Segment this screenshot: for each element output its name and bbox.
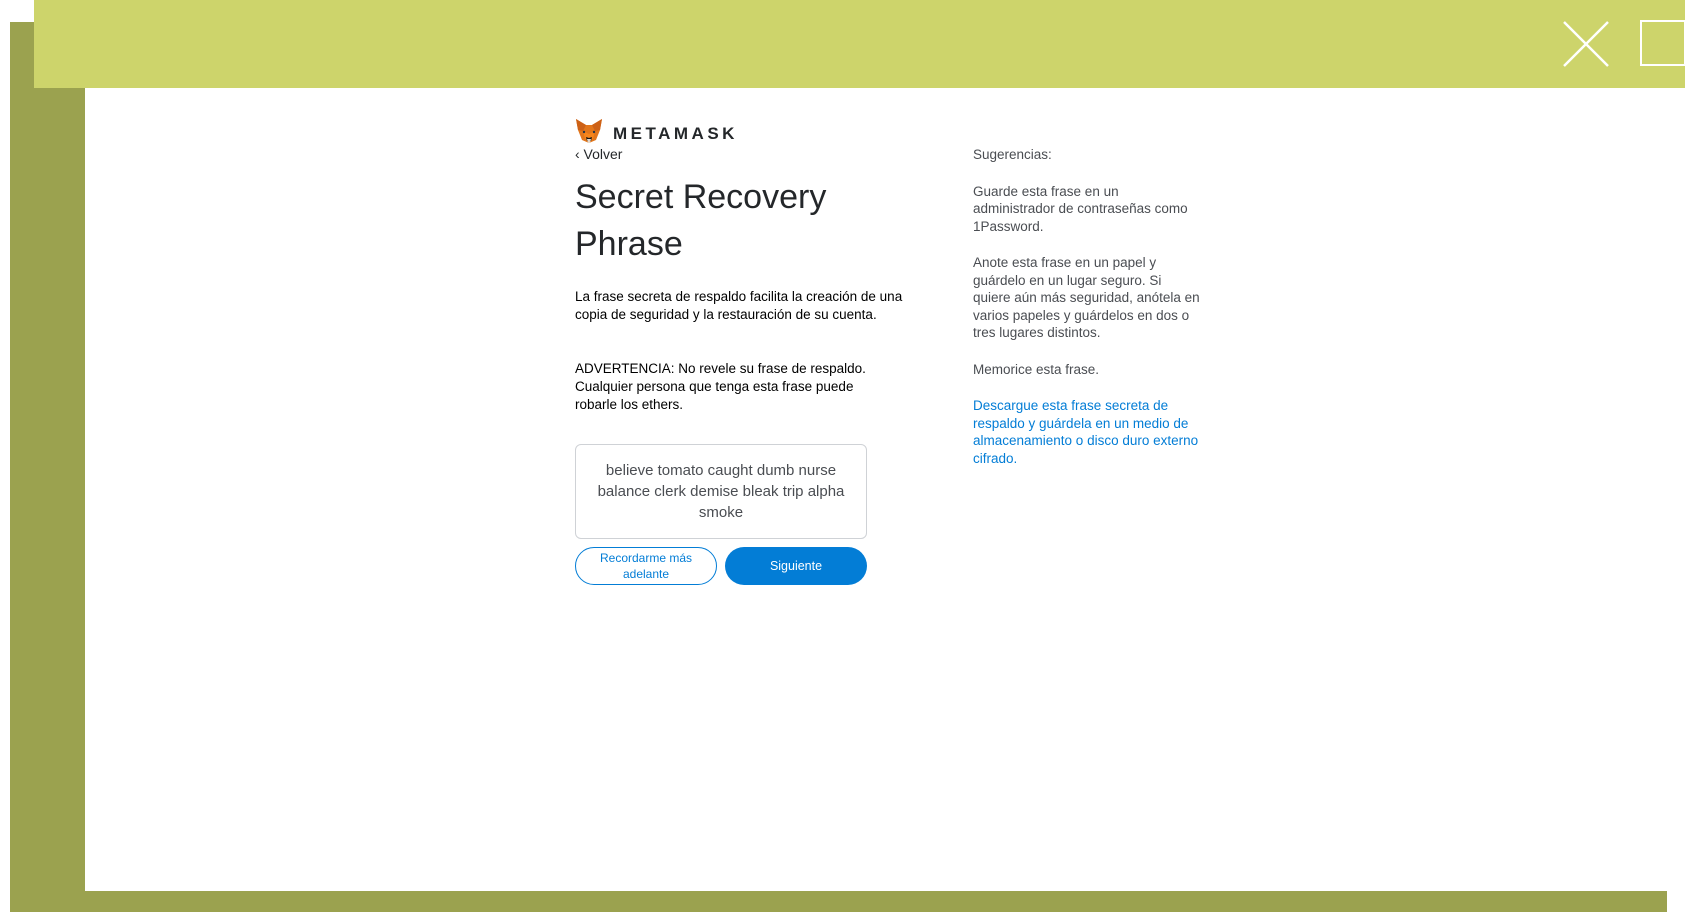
metamask-wordmark: METAMASK (613, 123, 738, 143)
tip-item: Anote esta frase en un papel y guárdelo … (973, 255, 1200, 340)
metamask-fox-icon (575, 118, 603, 149)
app-content: METAMASK ‹ Volver Secret Recovery Phrase… (85, 88, 1667, 891)
description-text: La frase secreta de respaldo facilita la… (575, 289, 903, 322)
close-icon[interactable] (1562, 20, 1610, 68)
page-title: Secret Recovery Phrase (575, 178, 827, 263)
metamask-logo: METAMASK (575, 118, 738, 149)
tip-item: Guarde esta frase en un administrador de… (973, 183, 1188, 234)
tips-heading: Sugerencias: (973, 147, 1052, 162)
remind-later-button[interactable]: Recordarme más adelante (575, 547, 717, 585)
secret-phrase-box[interactable]: believe tomato caught dumb nurse balance… (575, 444, 867, 539)
tip-item: Memorice esta frase. (973, 361, 1100, 377)
tips-panel: Sugerencias: Guarde esta frase en un adm… (973, 146, 1201, 486)
back-link[interactable]: ‹ Volver (575, 146, 622, 162)
next-button[interactable]: Siguiente (725, 547, 867, 585)
warning-text: ADVERTENCIA: No revele su frase de respa… (575, 361, 866, 412)
download-phrase-link[interactable]: Descargue esta frase secreta de respaldo… (973, 397, 1201, 467)
maximize-icon[interactable] (1640, 20, 1685, 66)
window-title-bar (34, 0, 1685, 88)
